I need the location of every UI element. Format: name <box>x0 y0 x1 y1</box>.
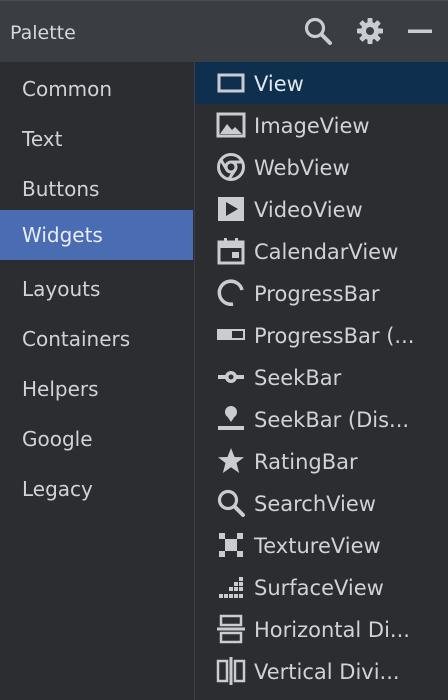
widget-label: SurfaceView <box>254 576 384 600</box>
panel-title: Palette <box>10 22 76 44</box>
widget-label: VideoView <box>254 198 363 222</box>
sidebar-item-layouts[interactable]: Layouts <box>0 264 193 314</box>
widget-label: SeekBar (Dis... <box>254 408 410 432</box>
widget-item-ratingbar[interactable]: RatingBar <box>195 440 448 482</box>
progress-horizontal-icon <box>215 319 247 351</box>
view-icon <box>215 67 247 99</box>
widget-item-searchview[interactable]: SearchView <box>195 482 448 524</box>
widget-item-calendarview[interactable]: CalendarView <box>195 230 448 272</box>
widget-label: CalendarView <box>254 240 399 264</box>
progress-circle-icon <box>215 277 247 309</box>
calendar-icon <box>215 235 247 267</box>
widget-item-videoview[interactable]: VideoView <box>195 188 448 230</box>
web-icon <box>215 151 247 183</box>
horizontal-divider-icon <box>215 613 247 645</box>
widget-label: ProgressBar (... <box>254 324 415 348</box>
widget-item-view[interactable]: View <box>195 62 448 104</box>
search-icon <box>215 487 247 519</box>
widget-item-seekbar-discrete[interactable]: SeekBar (Dis... <box>195 398 448 440</box>
image-icon <box>215 109 247 141</box>
seekbar-discrete-icon <box>215 403 247 435</box>
sidebar-item-widgets[interactable]: Widgets <box>0 210 193 260</box>
sidebar-item-containers[interactable]: Containers <box>0 314 193 364</box>
widget-item-seekbar[interactable]: SeekBar <box>195 356 448 398</box>
palette-window: Palette Common Text Buttons Widgets Layo… <box>0 0 448 700</box>
widget-item-surfaceview[interactable]: SurfaceView <box>195 566 448 608</box>
widget-label: TextureView <box>254 534 381 558</box>
vertical-divider-icon <box>215 655 247 687</box>
surface-icon <box>215 571 247 603</box>
widget-label: SearchView <box>254 492 376 516</box>
widget-item-imageview[interactable]: ImageView <box>195 104 448 146</box>
widget-label: RatingBar <box>254 450 358 474</box>
sidebar-item-common[interactable]: Common <box>0 64 193 114</box>
widget-label: Vertical Divi... <box>254 660 400 684</box>
widget-label: ProgressBar <box>254 282 380 306</box>
widget-label: ImageView <box>254 114 370 138</box>
category-sidebar: Common Text Buttons Widgets Layouts Cont… <box>0 62 195 700</box>
widget-label: SeekBar <box>254 366 342 390</box>
palette-header: Palette <box>0 0 448 62</box>
sidebar-item-buttons[interactable]: Buttons <box>0 164 193 214</box>
widget-item-textureview[interactable]: TextureView <box>195 524 448 566</box>
sidebar-item-google[interactable]: Google <box>0 414 193 464</box>
widget-item-progressbar-horizontal[interactable]: ProgressBar (... <box>195 314 448 356</box>
sidebar-item-text[interactable]: Text <box>0 114 193 164</box>
video-icon <box>215 193 247 225</box>
sidebar-item-legacy[interactable]: Legacy <box>0 464 193 514</box>
minimize-icon[interactable] <box>404 15 436 47</box>
sidebar-item-helpers[interactable]: Helpers <box>0 364 193 414</box>
widget-item-horizontal-divider[interactable]: Horizontal Di... <box>195 608 448 650</box>
widget-label: View <box>254 72 304 96</box>
widget-item-progressbar[interactable]: ProgressBar <box>195 272 448 314</box>
widget-list: View ImageView WebView VideoView Calenda… <box>195 62 448 700</box>
widget-item-vertical-divider[interactable]: Vertical Divi... <box>195 650 448 692</box>
widget-label: Horizontal Di... <box>254 618 410 642</box>
gear-icon[interactable] <box>354 15 386 47</box>
star-icon <box>215 445 247 477</box>
search-icon[interactable] <box>302 15 334 47</box>
seekbar-icon <box>215 361 247 393</box>
widget-label: WebView <box>254 156 350 180</box>
texture-icon <box>215 529 247 561</box>
widget-item-webview[interactable]: WebView <box>195 146 448 188</box>
